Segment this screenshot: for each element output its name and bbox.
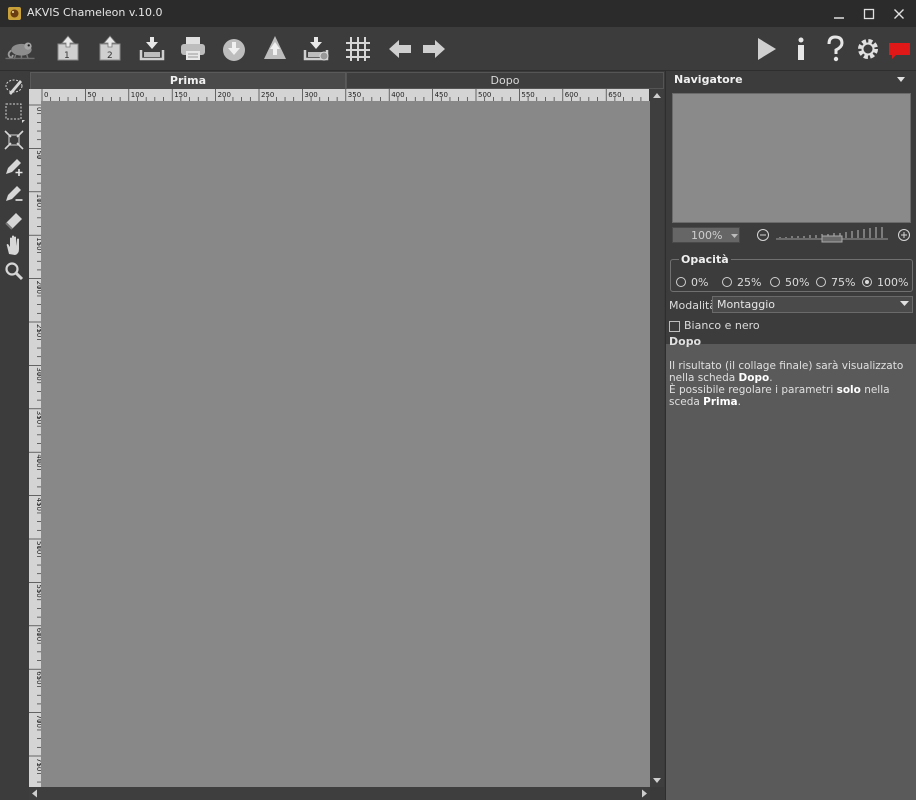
mode-value: Montaggio — [717, 298, 775, 311]
ruler-label: 0 — [44, 91, 48, 99]
info-bold: solo — [836, 384, 861, 396]
ruler-label: 600 — [565, 91, 578, 99]
info-text: Il risultato (il collage finale) sarà vi… — [669, 360, 904, 384]
zoom-value: 100% — [691, 229, 723, 242]
run-button[interactable] — [750, 33, 782, 65]
image-canvas[interactable] — [41, 101, 650, 787]
zoom-field[interactable]: 100% — [672, 227, 740, 243]
navigator-header: Navigatore — [666, 71, 916, 89]
navigator-preview[interactable] — [672, 93, 911, 223]
svg-text:1: 1 — [64, 51, 70, 61]
info-bold: Prima — [703, 396, 738, 408]
app-icon — [7, 6, 22, 21]
horizontal-scrollbar[interactable] — [29, 787, 650, 800]
share-button[interactable] — [218, 33, 250, 65]
open-image-1-button[interactable]: 1 — [52, 33, 84, 65]
zoom-out-icon[interactable] — [756, 228, 770, 242]
feedback-icon[interactable] — [884, 33, 916, 65]
radio-label: 100% — [877, 276, 909, 289]
radio-dot — [676, 277, 686, 287]
help-button[interactable] — [819, 33, 851, 65]
ruler-label: 650 — [608, 91, 621, 99]
radio-label: 50% — [785, 276, 810, 289]
selection-brush-tool-icon[interactable] — [3, 75, 25, 97]
ruler-label: 150 — [174, 91, 187, 99]
right-panel: Navigatore 100% Opacità 0% 25% 50% 75% 1… — [665, 71, 916, 800]
settings-gear-button[interactable] — [852, 33, 884, 65]
tools-panel — [0, 71, 29, 800]
radio-dot — [770, 277, 780, 287]
print-button[interactable] — [177, 33, 209, 65]
maximize-button[interactable] — [854, 4, 884, 24]
window-title: AKVIS Chameleon v.10.0 — [27, 6, 163, 19]
undo-arrow-button[interactable] — [384, 33, 416, 65]
ruler-label: 550 — [521, 91, 534, 99]
ruler-label: 300 — [304, 91, 317, 99]
zoom-dropdown-icon[interactable] — [731, 234, 738, 239]
rectangle-selection-tool-icon[interactable] — [3, 101, 25, 123]
minimize-button[interactable] — [824, 4, 854, 24]
chevron-down-icon — [900, 301, 909, 306]
info-paragraph-2: È possibile regolare i parametri solo ne… — [669, 384, 909, 408]
zoom-in-icon[interactable] — [897, 228, 911, 242]
info-text: È possibile regolare i parametri — [669, 384, 837, 396]
batch-button[interactable] — [300, 33, 332, 65]
horizontal-ruler: 0501001502002503003504004505005506006507… — [29, 89, 649, 101]
save-button[interactable] — [136, 33, 168, 65]
chameleon-logo-icon — [4, 33, 48, 65]
navigator-menu-icon[interactable] — [897, 77, 905, 83]
close-button[interactable] — [884, 4, 914, 24]
radio-dot-selected — [862, 277, 872, 287]
workspace: Prima Dopo 0 50 100 150 200 250 300 350 400 450 50… — [29, 71, 665, 800]
vertical-scrollbar[interactable] — [650, 89, 664, 787]
ruler-label: 200 — [218, 91, 231, 99]
radio-dot — [816, 277, 826, 287]
radio-label: 25% — [737, 276, 762, 289]
keep-pencil-tool-icon[interactable] — [3, 155, 25, 177]
vertical-ruler: 0501001502002503003504004505005506006507… — [29, 101, 41, 787]
radio-label: 0% — [691, 276, 709, 289]
navigator-section: 100% — [666, 89, 916, 249]
svg-text:2: 2 — [107, 51, 113, 61]
info-button[interactable] — [785, 33, 817, 65]
opacity-section: Opacità 0% 25% 50% 75% 100% Modalità Mon… — [666, 249, 916, 344]
opacity-group: Opacità 0% 25% 50% 75% 100% — [670, 253, 913, 292]
black-white-label: Bianco e nero — [684, 319, 760, 332]
open-image-2-button[interactable]: 2 — [94, 33, 126, 65]
ruler-label: 350 — [348, 91, 361, 99]
mode-label: Modalità — [669, 299, 717, 312]
info-text: . — [737, 396, 741, 408]
ruler-label: 100 — [131, 91, 144, 99]
export-button[interactable] — [259, 33, 291, 65]
grid-button[interactable] — [342, 33, 374, 65]
tab-after[interactable]: Dopo — [346, 72, 664, 89]
ruler-label: 400 — [391, 91, 404, 99]
title-bar: AKVIS Chameleon v.10.0 — [0, 0, 916, 27]
remove-pencil-tool-icon[interactable] — [3, 182, 25, 204]
transform-tool-icon[interactable] — [3, 129, 25, 151]
ruler-label: 450 — [435, 91, 448, 99]
tab-before[interactable]: Prima — [30, 72, 346, 89]
zoom-slider[interactable] — [776, 226, 888, 244]
navigator-title: Navigatore — [674, 73, 743, 86]
info-text: . — [769, 372, 773, 384]
info-panel: Dopo Il risultato (il collage finale) sa… — [669, 335, 909, 408]
hand-tool-icon[interactable] — [3, 234, 25, 256]
ruler-label: 250 — [261, 91, 274, 99]
info-paragraph-1: Il risultato (il collage finale) sarà vi… — [669, 360, 909, 384]
radio-label: 75% — [831, 276, 856, 289]
main-toolbar: 1 2 — [0, 27, 916, 71]
checkbox-box — [669, 321, 680, 332]
eraser-tool-icon[interactable] — [3, 208, 25, 230]
zoom-tool-icon[interactable] — [3, 260, 25, 282]
mode-select[interactable]: Montaggio — [712, 296, 913, 313]
radio-dot — [722, 277, 732, 287]
ruler-label: 500 — [478, 91, 491, 99]
info-bold: Dopo — [738, 372, 770, 384]
redo-arrow-button[interactable] — [418, 33, 450, 65]
opacity-label: Opacità — [679, 253, 731, 266]
ruler-label: 50 — [87, 91, 96, 99]
info-heading: Dopo — [669, 335, 702, 348]
